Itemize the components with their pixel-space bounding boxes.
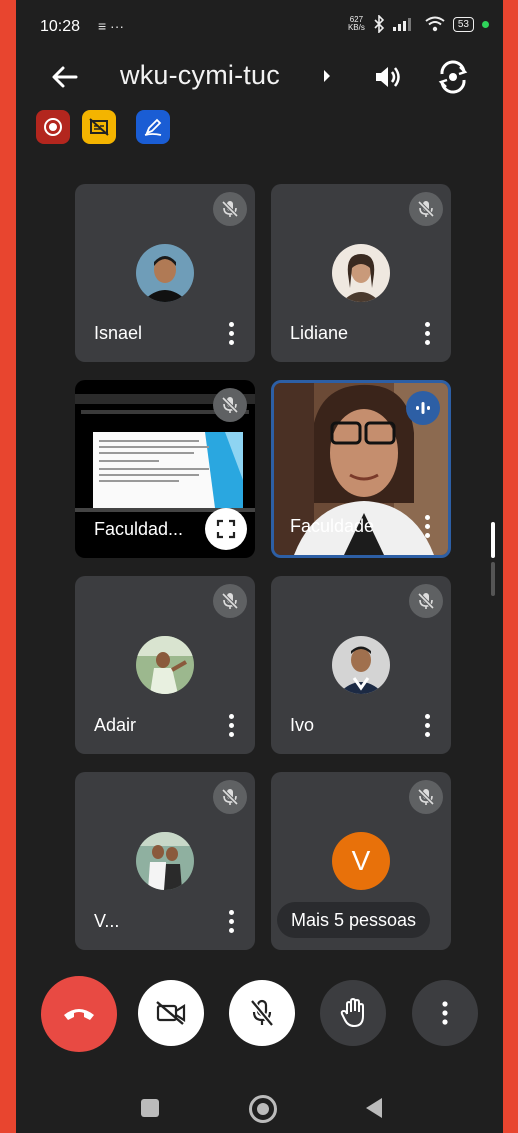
avatar	[136, 832, 194, 890]
network-speed: 627 KB/s	[348, 16, 365, 32]
letter-avatar: V	[332, 832, 390, 890]
hang-up-icon	[64, 1009, 94, 1020]
home-button[interactable]	[249, 1095, 277, 1123]
recording-badge[interactable]	[36, 110, 70, 144]
more-options-icon[interactable]	[229, 714, 235, 738]
mic-off-icon	[213, 192, 247, 226]
signal-icon	[392, 18, 411, 31]
status-right: 627 KB/s 53	[348, 15, 489, 33]
fullscreen-button[interactable]	[205, 508, 247, 550]
participant-name: Lidiane	[290, 323, 349, 343]
home-dot-icon	[257, 1103, 269, 1115]
mic-off-icon	[409, 780, 443, 814]
hand-icon	[340, 998, 364, 1027]
scrollbar-thumb[interactable]	[491, 522, 495, 558]
scrollbar-track[interactable]	[491, 562, 495, 596]
back-triangle-icon[interactable]	[364, 1097, 384, 1119]
mic-off-icon	[213, 780, 247, 814]
meeting-title[interactable]: wku-cymi-tuc	[120, 60, 280, 91]
mic-off-icon	[409, 584, 443, 618]
more-options-icon[interactable]	[229, 322, 235, 346]
record-icon	[44, 118, 62, 136]
audio-level-icon	[416, 402, 430, 414]
camera-off-icon	[156, 1001, 186, 1025]
participant-tile[interactable]: V...	[75, 772, 255, 950]
participant-name: Faculdade	[290, 516, 375, 536]
participant-tile[interactable]: Lidiane	[271, 184, 451, 362]
phone-screen: 10:28 ≡ ··· 627 KB/s 53 wku-cymi-tuc Isn…	[16, 0, 503, 1133]
status-time: 10:28	[40, 18, 81, 35]
more-options-icon[interactable]	[425, 714, 431, 738]
participant-name: Isnael	[94, 323, 143, 343]
more-options-icon[interactable]	[425, 515, 431, 539]
mic-toggle-button[interactable]	[229, 980, 295, 1046]
mic-off-icon	[213, 584, 247, 618]
participant-name: Faculdad...	[94, 519, 184, 539]
more-participants-tile[interactable]: V Mais 5 pessoas	[271, 772, 451, 950]
participant-name: Ivo	[290, 715, 315, 735]
chevron-right-icon[interactable]	[322, 69, 332, 83]
camera-toggle-button[interactable]	[138, 980, 204, 1046]
back-arrow-icon[interactable]	[50, 62, 80, 92]
avatar	[332, 244, 390, 302]
raise-hand-button[interactable]	[320, 980, 386, 1046]
switch-camera-icon[interactable]	[436, 60, 470, 94]
notification-icons: ≡ ···	[98, 18, 125, 34]
mic-off-icon	[213, 388, 247, 422]
more-options-icon[interactable]	[229, 910, 235, 934]
wifi-icon	[425, 16, 445, 32]
active-speaker-tile[interactable]: Faculdade	[271, 380, 451, 558]
participant-tile[interactable]: Adair	[75, 576, 255, 754]
avatar	[136, 244, 194, 302]
battery-indicator: 53	[452, 16, 474, 32]
more-people-label: Mais 5 pessoas	[291, 909, 417, 930]
avatar	[136, 636, 194, 694]
avatar	[332, 636, 390, 694]
participant-name: V...	[94, 911, 120, 931]
pen-icon	[144, 118, 162, 136]
captions-off-badge[interactable]	[82, 110, 116, 144]
fullscreen-icon	[216, 519, 236, 539]
avatar-letter: V	[351, 845, 371, 876]
status-bar: 10:28 ≡ ··· 627 KB/s 53	[16, 0, 503, 56]
whiteboard-badge[interactable]	[136, 110, 170, 144]
presentation-tile[interactable]: Faculdad...	[75, 380, 255, 558]
recent-apps-button[interactable]	[141, 1099, 159, 1117]
bluetooth-icon	[374, 15, 385, 33]
speaking-indicator	[406, 391, 440, 425]
participant-tile[interactable]: Ivo	[271, 576, 451, 754]
more-people-chip[interactable]: Mais 5 pessoas	[277, 902, 431, 938]
mic-off-icon	[250, 999, 274, 1027]
privacy-dot	[482, 20, 489, 28]
participant-tile[interactable]: Isnael	[75, 184, 255, 362]
end-call-button[interactable]	[41, 976, 117, 1052]
more-vert-icon	[442, 1001, 448, 1025]
system-nav-bar	[16, 1075, 503, 1133]
participant-name: Adair	[94, 715, 137, 735]
meeting-header: wku-cymi-tuc	[16, 52, 503, 102]
speaker-icon[interactable]	[372, 62, 402, 92]
more-options-icon[interactable]	[425, 322, 431, 346]
more-actions-button[interactable]	[412, 980, 478, 1046]
call-controls	[16, 976, 503, 1056]
net-speed-unit: KB/s	[347, 23, 365, 32]
mic-off-icon	[409, 192, 443, 226]
no-captions-icon	[89, 118, 109, 136]
